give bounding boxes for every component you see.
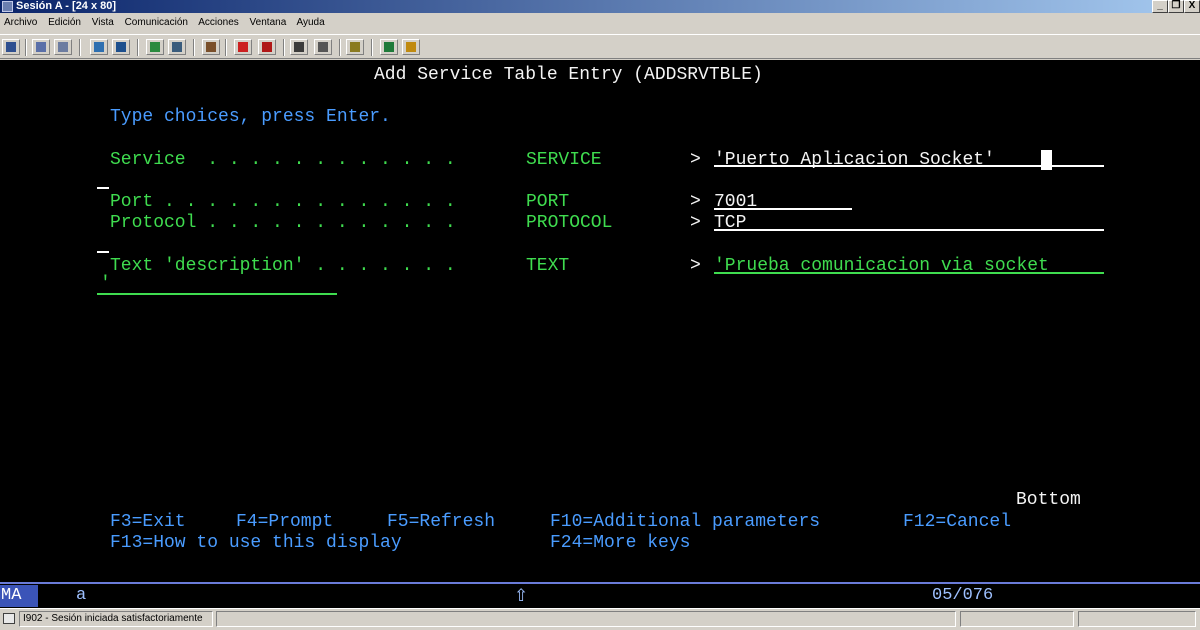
service-marker: > xyxy=(690,150,701,170)
service-input[interactable]: 'Puerto Aplicacion Socket' xyxy=(714,150,995,170)
field-attribute-underline xyxy=(97,187,109,189)
fkey-f24-more-keys[interactable]: F24=More keys xyxy=(550,533,690,553)
screen-title: Add Service Table Entry (ADDSRVTBLE) xyxy=(374,65,763,85)
toolbar-separator xyxy=(25,39,27,56)
copy-icon xyxy=(36,42,46,52)
text-cursor xyxy=(1041,150,1052,170)
fkey-f13-help[interactable]: F13=How to use this display xyxy=(110,533,402,553)
oia-mode-indicator: MA xyxy=(0,585,38,607)
paste-icon xyxy=(58,42,68,52)
menu-archivo[interactable]: Archivo xyxy=(4,17,37,28)
menu-bar: Archivo Edición Vista Comunicación Accio… xyxy=(0,14,1200,33)
operator-info-area: MA a ⇧ 05/076 xyxy=(0,582,1200,608)
receive-file-icon xyxy=(116,42,126,52)
menu-ayuda[interactable]: Ayuda xyxy=(297,17,325,28)
keyboard-button[interactable] xyxy=(168,39,186,55)
chart-button[interactable] xyxy=(202,39,220,55)
close-button[interactable]: X xyxy=(1184,0,1200,13)
paste-button[interactable] xyxy=(54,39,72,55)
port-keyword: PORT xyxy=(526,192,570,212)
oia-session-indicator: a xyxy=(76,586,87,605)
record-macro-button[interactable] xyxy=(234,39,252,55)
port-field-underline xyxy=(714,208,852,210)
print-screen-button[interactable] xyxy=(2,39,20,55)
port-label: Port . . . . . . . . . . . . . . xyxy=(110,192,456,212)
text-description-continuation[interactable]: ' xyxy=(100,274,111,294)
app-icon[interactable] xyxy=(2,1,13,12)
menu-vista[interactable]: Vista xyxy=(92,17,114,28)
clipboard-button[interactable] xyxy=(346,39,364,55)
receive-file-button[interactable] xyxy=(112,39,130,55)
text-field-underline xyxy=(714,272,1104,274)
service-keyword: SERVICE xyxy=(526,150,602,170)
instruction-text: Type choices, press Enter. xyxy=(110,107,391,127)
fkey-f5-refresh[interactable]: F5=Refresh xyxy=(387,512,495,532)
protocol-field-underline xyxy=(714,229,1104,231)
restore-button[interactable]: ❐ xyxy=(1168,0,1184,13)
toolbar-separator xyxy=(371,39,373,56)
clipboard-icon xyxy=(350,42,360,52)
terminal-screen[interactable]: Add Service Table Entry (ADDSRVTBLE) Typ… xyxy=(0,60,1200,582)
window-title: Sesión A - [24 x 80] xyxy=(16,0,117,12)
fkey-f3-exit[interactable]: F3=Exit xyxy=(110,512,186,532)
status-panel-empty xyxy=(1078,611,1196,627)
record-macro-icon xyxy=(238,42,248,52)
status-panel-empty xyxy=(960,611,1074,627)
toolbar-separator xyxy=(79,39,81,56)
fkey-f12-cancel[interactable]: F12=Cancel xyxy=(903,512,1011,532)
cursor-position: 05/076 xyxy=(932,586,994,605)
fkey-f4-prompt[interactable]: F4=Prompt xyxy=(236,512,333,532)
copy-button[interactable] xyxy=(32,39,50,55)
toolbar-separator xyxy=(193,39,195,56)
menu-ventana[interactable]: Ventana xyxy=(250,17,287,28)
status-panel-empty xyxy=(216,611,956,627)
edit-macro-button[interactable] xyxy=(314,39,332,55)
fkey-f10-additional-parameters[interactable]: F10=Additional parameters xyxy=(550,512,820,532)
keyboard-icon xyxy=(172,42,182,52)
text-continuation-underline xyxy=(97,293,337,295)
send-file-button[interactable] xyxy=(90,39,108,55)
shift-indicator-icon: ⇧ xyxy=(514,586,529,606)
service-label: Service . . . . . . . . . . . . xyxy=(110,150,456,170)
toolbar-separator xyxy=(225,39,227,56)
protocol-marker: > xyxy=(690,213,701,233)
window-title-bar[interactable]: Sesión A - [24 x 80] _ ❐ X xyxy=(0,0,1200,13)
text-keyword: TEXT xyxy=(526,256,570,276)
print-screen-icon xyxy=(6,42,16,52)
toolbar xyxy=(0,34,1200,59)
menu-comunicacion[interactable]: Comunicación xyxy=(125,17,188,28)
help-icon xyxy=(406,42,416,52)
globe-icon xyxy=(384,42,394,52)
connection-icon xyxy=(3,613,15,624)
menu-edicion[interactable]: Edición xyxy=(48,17,81,28)
menu-acciones[interactable]: Acciones xyxy=(198,17,239,28)
edit-macro-icon xyxy=(318,42,328,52)
port-marker: > xyxy=(690,192,701,212)
protocol-keyword: PROTOCOL xyxy=(526,213,613,233)
status-bar: I902 - Sesión iniciada satisfactoriament… xyxy=(0,608,1200,630)
stop-macro-button[interactable] xyxy=(258,39,276,55)
toolbar-separator xyxy=(137,39,139,56)
bottom-indicator: Bottom xyxy=(1016,490,1081,510)
status-message: I902 - Sesión iniciada satisfactoriament… xyxy=(19,611,213,627)
text-description-label: Text 'description' . . . . . . . xyxy=(110,256,456,276)
chart-icon xyxy=(206,42,216,52)
toolbar-separator xyxy=(339,39,341,56)
display-icon xyxy=(150,42,160,52)
globe-button[interactable] xyxy=(380,39,398,55)
toolbar-separator xyxy=(283,39,285,56)
help-button[interactable] xyxy=(402,39,420,55)
protocol-label: Protocol . . . . . . . . . . . . xyxy=(110,213,456,233)
minimize-button[interactable]: _ xyxy=(1152,0,1168,13)
display-button[interactable] xyxy=(146,39,164,55)
send-file-icon xyxy=(94,42,104,52)
stop-macro-icon xyxy=(262,42,272,52)
play-macro-button[interactable] xyxy=(290,39,308,55)
text-marker: > xyxy=(690,256,701,276)
play-macro-icon xyxy=(294,42,304,52)
field-attribute-underline xyxy=(97,251,109,253)
